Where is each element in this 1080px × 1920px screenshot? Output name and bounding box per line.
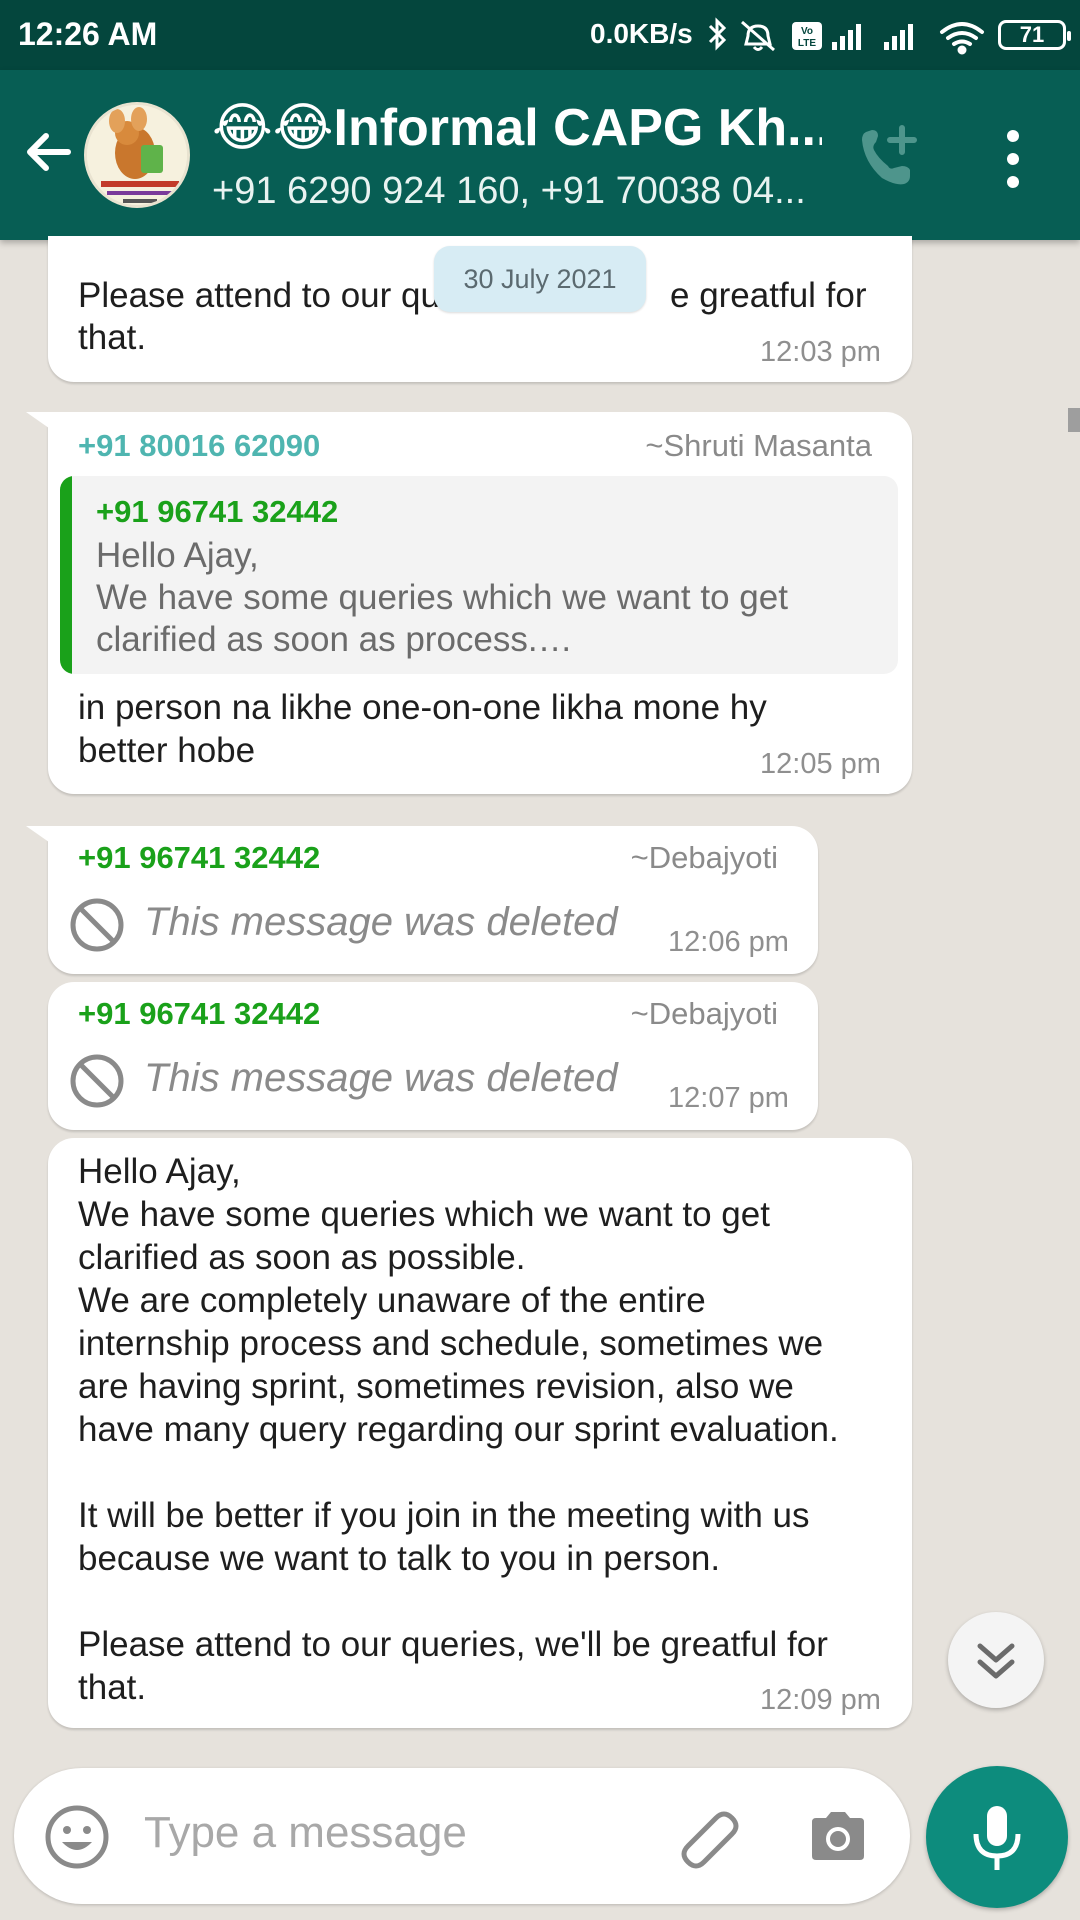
- scroll-to-bottom-button[interactable]: [948, 1612, 1044, 1708]
- message-text: Hello Ajay, We have some queries which w…: [78, 1152, 839, 1707]
- message-bubble[interactable]: Hello Ajay, We have some queries which w…: [48, 1138, 912, 1728]
- sender-name: ~Debajyoti: [630, 840, 778, 875]
- message-input-bar: Type a message: [14, 1768, 910, 1904]
- camera-icon[interactable]: [806, 1804, 870, 1868]
- chat-title[interactable]: 😂😂Informal CAPG Kh...: [212, 98, 822, 158]
- add-call-icon[interactable]: [852, 122, 922, 192]
- battery-icon: 71: [998, 20, 1071, 50]
- quoted-text: We have some queries which we want to ge…: [96, 578, 788, 617]
- message-time: 12:09 pm: [760, 1684, 881, 1716]
- microphone-icon: [973, 1806, 1021, 1870]
- message-bubble[interactable]: +91 96741 32442 ~Debajyoti This message …: [26, 826, 818, 974]
- scrollbar-thumb[interactable]: [1068, 408, 1080, 432]
- chat-header: 😂😂Informal CAPG Kh... +91 6290 924 160, …: [0, 70, 1080, 240]
- message-time: 12:06 pm: [668, 926, 789, 958]
- voice-record-button[interactable]: [926, 1766, 1068, 1908]
- quoted-sender-number: +91 96741 32442: [96, 494, 339, 529]
- message-time: 12:03 pm: [760, 336, 881, 368]
- message-text: that.: [78, 318, 147, 357]
- wifi-icon: [940, 22, 984, 55]
- message-time: 12:07 pm: [668, 1082, 789, 1114]
- sender-name: ~Debajyoti: [630, 996, 778, 1031]
- deleted-icon: [70, 1054, 124, 1108]
- sender-number[interactable]: +91 80016 62090: [78, 428, 320, 464]
- more-options-icon[interactable]: [988, 126, 1038, 192]
- attach-icon[interactable]: [674, 1802, 744, 1872]
- deleted-message-text: This message was deleted: [144, 1056, 618, 1100]
- quoted-message[interactable]: +91 96741 32442 Hello Ajay, We have some…: [60, 476, 898, 674]
- status-bar: 12:26 AM 0.0KB/s Vo LTE 71: [0, 0, 1080, 70]
- message-bubble[interactable]: +91 80016 62090 ~Shruti Masanta +91 9674…: [26, 412, 912, 794]
- message-text: e greatful for: [670, 276, 867, 315]
- mute-icon: [741, 20, 775, 52]
- message-text: Please attend to our qu: [78, 276, 440, 315]
- group-avatar[interactable]: [84, 102, 190, 208]
- message-bubble[interactable]: +91 96741 32442 ~Debajyoti This message …: [48, 982, 818, 1130]
- bluetooth-icon: [708, 17, 727, 51]
- volte-icon: Vo LTE: [792, 22, 822, 50]
- message-time: 12:05 pm: [760, 748, 881, 780]
- emoji-icon[interactable]: [44, 1804, 110, 1870]
- sender-name: ~Shruti Masanta: [645, 428, 872, 463]
- status-icons: Vo LTE: [708, 17, 984, 55]
- sender-number[interactable]: +91 96741 32442: [78, 840, 320, 876]
- status-time: 12:26 AM: [18, 16, 158, 52]
- chat-participants[interactable]: +91 6290 924 160, +91 70038 04...: [212, 170, 822, 213]
- sender-number[interactable]: +91 96741 32442: [78, 996, 320, 1032]
- network-speed: 0.0KB/s: [590, 18, 693, 49]
- date-chip: 30 July 2021: [434, 246, 646, 312]
- back-arrow-icon[interactable]: [18, 122, 78, 182]
- svg-text:LTE: LTE: [798, 38, 816, 49]
- deleted-message-text: This message was deleted: [144, 900, 618, 944]
- double-chevron-down-icon: [977, 1643, 1015, 1679]
- message-input[interactable]: Type a message: [144, 1808, 467, 1858]
- deleted-icon: [70, 898, 124, 952]
- svg-text:Vo: Vo: [801, 26, 813, 37]
- signal-icon: [832, 24, 861, 50]
- signal-icon: [884, 24, 913, 50]
- message-text: in person na likhe one-on-one likha mone…: [78, 688, 767, 770]
- quoted-text: clarified as soon as process.…: [96, 620, 573, 659]
- quoted-text: Hello Ajay,: [96, 536, 259, 575]
